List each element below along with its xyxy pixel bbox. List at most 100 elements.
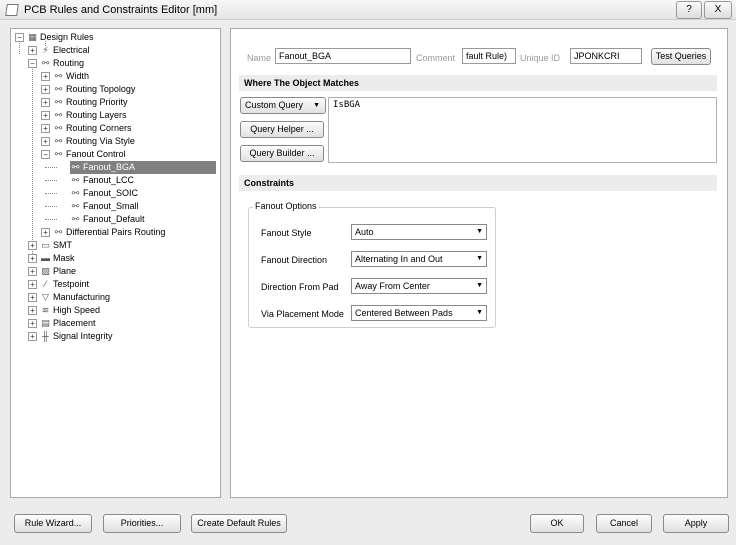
collapse-icon[interactable]: −: [41, 150, 50, 159]
tree-item-design-rules[interactable]: − ▦ Design Rules: [11, 31, 220, 44]
chevron-down-icon: ▼: [476, 255, 483, 262]
name-field[interactable]: Fanout_BGA: [275, 48, 411, 64]
rule-icon: ⚯: [54, 123, 63, 133]
tree-item-fanout-default[interactable]: ⚯ Fanout_Default: [11, 213, 220, 226]
rule-icon: ⚯: [54, 227, 63, 237]
query-text: IsBGA: [333, 100, 361, 110]
fanout-style-value: Auto: [355, 227, 374, 237]
rule-icon: ⚯: [71, 214, 80, 224]
chevron-down-icon: ▼: [476, 282, 483, 289]
expand-icon[interactable]: +: [28, 241, 37, 250]
rules-tree[interactable]: − ▦ Design Rules + ⚡ Electrical − ⚯ Routing + ⚯ Wid…: [10, 28, 221, 498]
query-helper-button[interactable]: Query Helper ...: [240, 121, 324, 138]
tree-item-label: Testpoint: [53, 279, 90, 289]
expand-icon[interactable]: +: [28, 306, 37, 315]
tree-item-routing-corners[interactable]: + ⚯ Routing Corners: [11, 122, 220, 135]
signal-integrity-icon: ╫: [42, 331, 49, 341]
tree-item-routing[interactable]: − ⚯ Routing: [11, 57, 220, 70]
tree-item-fanout-control[interactable]: − ⚯ Fanout Control: [11, 148, 220, 161]
expand-icon[interactable]: +: [41, 124, 50, 133]
tree-item-placement[interactable]: + ▤ Placement: [11, 317, 220, 330]
rule-icon: ⚯: [54, 97, 63, 107]
tree-item-fanout-soic[interactable]: ⚯ Fanout_SOIC: [11, 187, 220, 200]
query-builder-button[interactable]: Query Builder ...: [240, 145, 324, 162]
tree-item-testpoint[interactable]: + ⁄ Testpoint: [11, 278, 220, 291]
cancel-button[interactable]: Cancel: [596, 514, 652, 533]
tree-item-routing-priority[interactable]: + ⚯ Routing Priority: [11, 96, 220, 109]
rule-wizard-button[interactable]: Rule Wizard...: [14, 514, 92, 533]
direction-from-pad-label: Direction From Pad: [261, 282, 339, 292]
ok-button[interactable]: OK: [530, 514, 584, 533]
test-queries-button[interactable]: Test Queries: [651, 48, 711, 65]
collapse-icon[interactable]: −: [28, 59, 37, 68]
tree-item-routing-via-style[interactable]: + ⚯ Routing Via Style: [11, 135, 220, 148]
tree-item-electrical[interactable]: + ⚡ Electrical: [11, 44, 220, 57]
fanout-style-select[interactable]: Auto ▼: [351, 224, 487, 240]
testpoint-icon: ⁄: [44, 279, 47, 289]
tree-item-manufacturing[interactable]: + ▽ Manufacturing: [11, 291, 220, 304]
expand-icon[interactable]: +: [41, 72, 50, 81]
collapse-icon[interactable]: −: [15, 33, 24, 42]
tree-item-label: Routing Via Style: [66, 136, 135, 146]
expand-icon[interactable]: +: [41, 228, 50, 237]
expand-icon[interactable]: +: [28, 46, 37, 55]
electrical-icon: ⚡: [42, 45, 49, 55]
custom-query-label: Custom Query: [245, 100, 304, 110]
custom-query-dropdown[interactable]: Custom Query ▼: [240, 97, 326, 114]
tree-item-fanout-small[interactable]: ⚯ Fanout_Small: [11, 200, 220, 213]
tree-item-fanout-bga[interactable]: ⚯ Fanout_BGA: [45, 161, 216, 174]
tree-item-label: Plane: [53, 266, 77, 276]
plane-icon: ▨: [41, 266, 50, 276]
priorities-button[interactable]: Priorities...: [103, 514, 181, 533]
expand-icon[interactable]: +: [28, 319, 37, 328]
tree-item-label: Routing Layers: [66, 110, 127, 120]
expand-icon[interactable]: +: [28, 293, 37, 302]
tree-item-mask[interactable]: + ▬ Mask: [11, 252, 220, 265]
fanout-direction-select[interactable]: Alternating In and Out ▼: [351, 251, 487, 267]
rule-properties-panel: Name Fanout_BGA Comment fault Rule) Uniq…: [230, 28, 728, 498]
tree-item-smt[interactable]: + ▭ SMT: [11, 239, 220, 252]
expand-icon[interactable]: +: [28, 267, 37, 276]
high-speed-icon: ≋: [41, 305, 50, 315]
tree-branch-line: [45, 180, 57, 181]
tree-item-plane[interactable]: + ▨ Plane: [11, 265, 220, 278]
create-default-rules-button[interactable]: Create Default Rules: [191, 514, 287, 533]
tree-item-width[interactable]: + ⚯ Width: [11, 70, 220, 83]
expand-icon[interactable]: +: [28, 280, 37, 289]
unique-id-label: Unique ID: [520, 53, 561, 63]
expand-icon[interactable]: +: [41, 98, 50, 107]
tree-item-label: Signal Integrity: [53, 331, 113, 341]
chevron-down-icon: ▼: [313, 102, 320, 109]
rule-icon: ⚯: [71, 201, 80, 211]
via-placement-mode-select[interactable]: Centered Between Pads ▼: [351, 305, 487, 321]
expand-icon[interactable]: +: [41, 111, 50, 120]
via-placement-mode-value: Centered Between Pads: [355, 308, 453, 318]
tree-item-signal-integrity[interactable]: + ╫ Signal Integrity: [11, 330, 220, 343]
query-editor[interactable]: IsBGA: [328, 97, 717, 163]
chevron-down-icon: ▼: [476, 309, 483, 316]
tree-item-fanout-lcc[interactable]: ⚯ Fanout_LCC: [11, 174, 220, 187]
tree-item-routing-layers[interactable]: + ⚯ Routing Layers: [11, 109, 220, 122]
tree-item-differential-pairs-routing[interactable]: + ⚯ Differential Pairs Routing: [11, 226, 220, 239]
comment-field[interactable]: fault Rule): [462, 48, 516, 64]
expand-icon[interactable]: +: [28, 332, 37, 341]
where-object-matches-header: Where The Object Matches: [239, 75, 717, 91]
apply-button[interactable]: Apply: [663, 514, 729, 533]
tree-branch-line: [45, 219, 57, 220]
help-button[interactable]: ?: [676, 1, 702, 19]
expand-icon[interactable]: +: [41, 85, 50, 94]
tree-item-label: Routing Priority: [66, 97, 128, 107]
rule-icon: ⚯: [71, 175, 80, 185]
tree-item-routing-topology[interactable]: + ⚯ Routing Topology: [11, 83, 220, 96]
unique-id-field[interactable]: JPONKCRI: [570, 48, 642, 64]
expand-icon[interactable]: +: [28, 254, 37, 263]
tree-item-high-speed[interactable]: + ≋ High Speed: [11, 304, 220, 317]
tree-item-label: Routing Corners: [66, 123, 132, 133]
placement-icon: ▤: [41, 318, 50, 328]
expand-icon[interactable]: +: [41, 137, 50, 146]
tree-branch-line: [45, 206, 57, 207]
close-button[interactable]: X: [704, 1, 732, 19]
tree-item-label: Fanout Control: [66, 149, 126, 159]
direction-from-pad-select[interactable]: Away From Center ▼: [351, 278, 487, 294]
mask-icon: ▬: [41, 253, 50, 263]
